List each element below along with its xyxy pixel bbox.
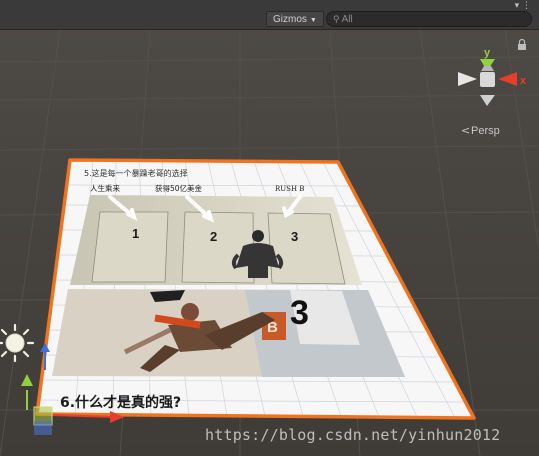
big-number: 3 [290,294,309,332]
scene-toolbar: ▾ ⋮ Gizmos ▼ ⚲ All [0,0,539,30]
plane-handle-xz[interactable] [34,421,52,435]
gizmos-label: Gizmos [273,14,307,25]
gizmo-x-label: x [520,75,527,87]
search-input[interactable]: ⚲ All [326,11,532,27]
chevron-down-icon: ▼ [309,17,317,24]
scene-view[interactable]: 5.这是每一个暴躁老哥的选择 人生乘来 获得50亿美金 RUSH B 1 2 3 [0,30,539,456]
door-number-1: 1 [132,226,139,241]
door-number-2: 2 [210,229,217,244]
kick-image: 3 B [52,289,405,377]
door-number-3: 3 [291,229,298,244]
question6-text: 6.什么才是真的强? [60,394,181,411]
door-caption-3: RUSH B [275,185,304,193]
door-caption-1: 人生乘来 [90,183,120,193]
gizmos-dropdown[interactable]: Gizmos ▼ [266,11,324,27]
question5-text: 5.这是每一个暴躁老哥的选择 [84,168,188,178]
gizmo-y-label: y [484,47,491,59]
doors-image: 1 2 3 [70,195,362,285]
projection-label[interactable]: Persp [471,125,500,137]
watermark: https://blog.csdn.net/yinhun2012 [205,426,501,444]
kebab-icon[interactable]: ▾ ⋮ [515,1,531,11]
search-placeholder: All [341,14,353,25]
search-icon: ⚲ [333,14,340,24]
chevron-left-icon[interactable]: < [461,124,470,137]
door-caption-2: 获得50亿美金 [155,183,203,193]
